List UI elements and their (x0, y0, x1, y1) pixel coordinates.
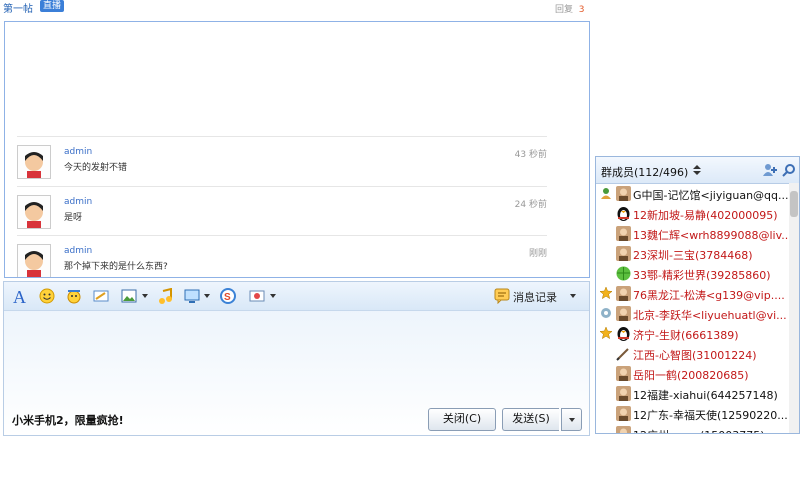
member-item[interactable]: 济宁-生财(6661389) (596, 324, 789, 344)
avatar-icon (616, 226, 631, 241)
user-avatar-icon (17, 145, 51, 179)
member-item[interactable]: 76黑龙江-松涛<g139@vip.... (596, 284, 789, 304)
avatar-icon (616, 426, 631, 433)
member-name: 岳阳一鹤(200820685) (633, 369, 749, 382)
members-count-title: 群成员(112/496) (601, 166, 689, 179)
add-member-icon[interactable] (762, 163, 778, 180)
send-button[interactable]: 发送(S) (502, 408, 559, 431)
member-name: 12广东-幸福天使(12590220... (633, 409, 788, 422)
avatar-icon (616, 386, 631, 401)
star-icon (599, 326, 613, 340)
promo-text[interactable]: 小米手机2，限量疯抢! (12, 412, 124, 428)
message-author[interactable]: admin (64, 246, 92, 256)
member-item[interactable]: 33鄂-精彩世界(39285860) (596, 264, 789, 284)
message-item: admin 今天的发射不错 43 秒前 (17, 136, 547, 186)
admin-icon (600, 187, 612, 199)
topic-title[interactable]: 第一帖 (3, 0, 33, 15)
message-author[interactable]: admin (64, 147, 92, 157)
reply-number: 3 (578, 5, 585, 15)
member-name: 33鄂-精彩世界(39285860) (633, 269, 771, 282)
payment-icon[interactable]: S (220, 288, 236, 304)
member-item[interactable]: 23深圳-三宝(3784468) (596, 244, 789, 264)
avatar-icon (616, 246, 631, 261)
member-name: 23深圳-三宝(3784468) (633, 249, 753, 262)
message-composer: A S 消息记录 小米手机2，限量疯抢! 关闭(C) 发送(S) (3, 281, 590, 436)
send-options-dropdown-icon (569, 418, 575, 422)
member-name: 12新加坡-易静(402000095) (633, 209, 778, 222)
svg-text:A: A (13, 288, 26, 304)
music-icon[interactable] (158, 287, 174, 304)
member-list-scrollbar[interactable] (789, 183, 799, 433)
message-time: 24 秒前 (514, 200, 547, 210)
penguin-icon (616, 206, 631, 221)
member-name: G中国-记忆馆<jiyiguan@qq... (633, 189, 789, 202)
message-record-dropdown-icon[interactable] (570, 294, 576, 298)
message-text: 那个掉下来的是什么东西? (64, 262, 168, 272)
search-icon[interactable] (782, 163, 796, 180)
send-options-button[interactable] (561, 408, 582, 431)
scribble-icon[interactable] (93, 288, 109, 304)
chat-history[interactable]: admin 今天的发射不错 43 秒前 admin 是呀 24 秒前 admin… (4, 21, 590, 278)
member-item[interactable]: G中国-记忆馆<jiyiguan@qq... (596, 184, 789, 204)
member-item[interactable]: 12福建-xiahui(644257148) (596, 384, 789, 404)
member-item[interactable]: 江西-心智图(31001224) (596, 344, 789, 364)
reply-label: 回复 (555, 5, 574, 15)
member-name: 12福建-xiahui(644257148) (633, 389, 778, 402)
member-name: 12广州-aaae(15003775) (633, 427, 789, 433)
shake-icon[interactable] (249, 288, 265, 304)
member-name: 济宁-生财(6661389) (633, 329, 739, 342)
screen-capture-dropdown-icon[interactable] (204, 294, 210, 298)
member-item[interactable]: 12新加坡-易静(402000095) (596, 204, 789, 224)
message-input[interactable] (4, 311, 589, 391)
composer-toolbar: A S 消息记录 (4, 282, 589, 311)
message-text: 是呀 (64, 213, 83, 223)
scrollbar-thumb[interactable] (790, 191, 798, 217)
member-name: 76黑龙江-松涛<g139@vip.... (633, 289, 785, 302)
member-name: 江西-心智图(31001224) (633, 349, 757, 362)
member-name: 北京-李跃华<liyuehuatl@vi... (633, 309, 787, 322)
avatar-icon (616, 406, 631, 421)
star-icon (599, 286, 613, 300)
avatar-icon (616, 286, 631, 301)
sort-icon[interactable] (692, 164, 702, 179)
smiley-icon[interactable] (39, 288, 55, 304)
member-name: 13魏仁辉<wrh8899088@liv... (633, 229, 789, 242)
members-panel-header: 群成员(112/496) (596, 157, 799, 184)
message-record-label: 消息记录 (513, 291, 557, 304)
topic-header: 第一帖 直播 回复 3 (0, 0, 590, 15)
group-members-panel: 群成员(112/496) G中国-记忆馆<jiyiguan@qq... 12新加坡… (595, 156, 800, 434)
more-dropdown-icon[interactable] (270, 294, 276, 298)
penguin-icon (616, 326, 631, 341)
avatar-icon (616, 186, 631, 201)
message-record-icon (494, 288, 510, 305)
screen-capture-icon[interactable] (184, 288, 200, 304)
close-button[interactable]: 关闭(C) (428, 408, 496, 431)
svg-text:S: S (224, 292, 231, 303)
member-item[interactable]: 12广州-aaae(15003775) (596, 424, 789, 433)
member-item[interactable]: 13魏仁辉<wrh8899088@liv... (596, 224, 789, 244)
magic-emoji-icon[interactable] (66, 288, 82, 304)
avatar-icon (616, 366, 631, 381)
live-badge: 直播 (40, 0, 65, 12)
message-author[interactable]: admin (64, 197, 92, 207)
message-time: 刚刚 (528, 249, 547, 259)
user-avatar-icon (17, 244, 51, 277)
message-time: 43 秒前 (514, 150, 547, 160)
pen-icon (616, 346, 631, 361)
member-item[interactable]: 岳阳一鹤(200820685) (596, 364, 789, 384)
chat-icon (600, 307, 612, 319)
message-text: 今天的发射不错 (64, 163, 128, 173)
image-dropdown-icon[interactable] (142, 294, 148, 298)
message-item: admin 是呀 24 秒前 (17, 186, 547, 236)
font-icon[interactable]: A (12, 287, 28, 307)
message-item: admin 那个掉下来的是什么东西? 刚刚 (17, 235, 547, 277)
globe-icon (616, 266, 631, 281)
reply-count: 回复 3 (555, 2, 584, 15)
image-icon[interactable] (121, 288, 137, 304)
avatar-icon (616, 306, 631, 321)
member-item[interactable]: 北京-李跃华<liyuehuatl@vi... (596, 304, 789, 324)
member-item[interactable]: 12广东-幸福天使(12590220... (596, 404, 789, 424)
user-avatar-icon (17, 195, 51, 229)
